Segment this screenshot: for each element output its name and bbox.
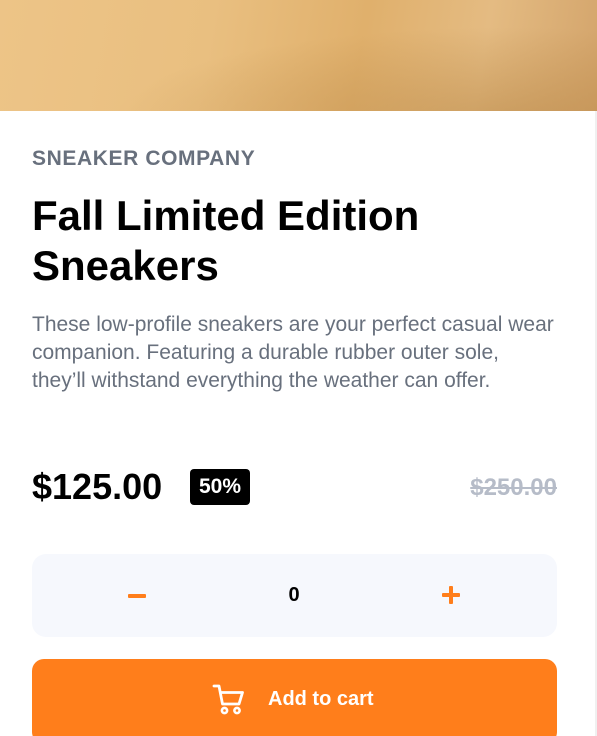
decrease-quantity-button[interactable] xyxy=(107,554,167,637)
original-price: $250.00 xyxy=(470,474,557,501)
quantity-stepper: 0 xyxy=(32,554,557,637)
product-image xyxy=(0,0,597,111)
product-page: SNEAKER COMPANY Fall Limited Edition Sne… xyxy=(0,0,597,736)
current-price: $125.00 xyxy=(32,466,163,507)
company-name: SNEAKER COMPANY xyxy=(32,147,256,170)
increase-quantity-button[interactable] xyxy=(421,554,481,637)
quantity-value: 0 xyxy=(288,584,300,606)
product-description: These low-profile sneakers are your perf… xyxy=(32,313,554,392)
product-title: Fall Limited Edition Sneakers xyxy=(32,192,420,289)
price-row: $125.00 50% $250.00 xyxy=(32,466,557,508)
add-to-cart-button[interactable]: Add to cart xyxy=(32,659,557,736)
add-to-cart-label: Add to cart xyxy=(268,688,374,710)
minus-icon xyxy=(128,594,146,598)
discount-badge: 50% xyxy=(190,469,251,505)
cart-icon xyxy=(212,684,244,715)
